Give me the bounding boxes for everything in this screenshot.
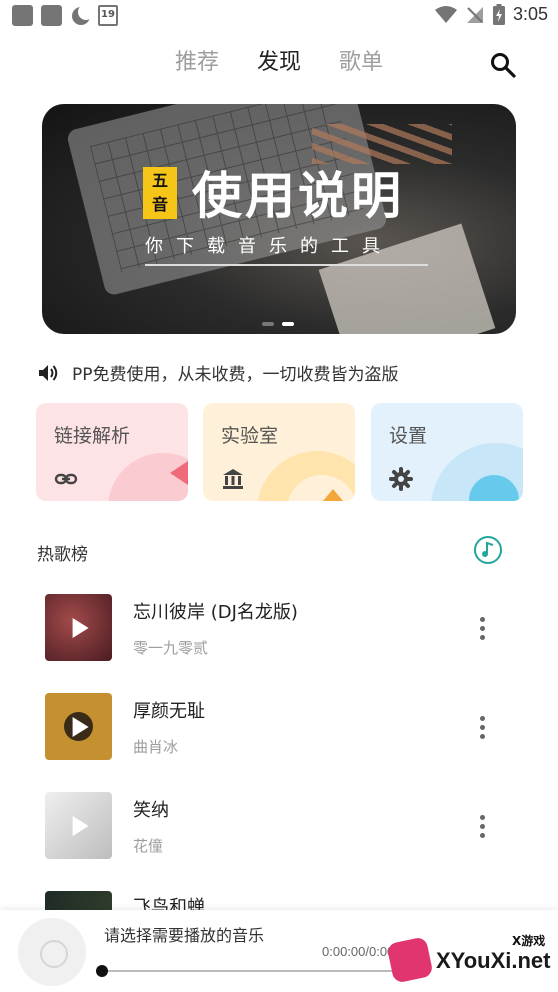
battery-icon: [492, 4, 505, 25]
banner-subtitle: 你下载音乐的工具: [145, 236, 393, 257]
card-title: 设置: [389, 425, 428, 447]
play-icon: [72, 617, 89, 638]
notice-text: PP免费使用，从未收费，一切收费皆为盗版: [72, 365, 399, 385]
banner-badge-line: 五: [151, 171, 168, 190]
banner-divider: [145, 264, 428, 266]
watermark-top-text: X游戏: [512, 934, 546, 948]
song-cover[interactable]: [45, 594, 112, 661]
top-tabs: 推荐 发现 歌单: [0, 44, 558, 80]
song-title: 飞鸟和蝉: [133, 897, 205, 911]
banner-badge: 五 音: [143, 167, 177, 219]
card-link-parse[interactable]: 链接解析: [36, 403, 188, 501]
player-time: 0:00:00/0:00: [322, 944, 395, 959]
tab-discover[interactable]: 发现: [257, 44, 301, 76]
song-row[interactable]: 忘川彼岸 (DJ名龙版) 零一九零贰: [0, 588, 558, 678]
player-placeholder: 请选择需要播放的音乐: [104, 926, 265, 945]
bank-icon: [223, 469, 243, 489]
song-row[interactable]: 笑纳 花僮: [0, 786, 558, 876]
banner-badge-line: 音: [151, 195, 168, 214]
card-decoration: [170, 461, 188, 485]
watermark: X游戏 XYouXi.net: [386, 934, 558, 992]
progress-track[interactable]: [102, 970, 402, 972]
speaker-icon: [39, 364, 58, 381]
card-settings[interactable]: 设置: [371, 403, 523, 501]
carousel-dot[interactable]: [262, 322, 274, 326]
notification-icon: [12, 5, 33, 26]
music-note-icon-glyph: [482, 541, 494, 557]
carousel-indicator: [262, 322, 294, 326]
gear-icon: [389, 467, 413, 491]
carousel-dot-active[interactable]: [282, 322, 294, 326]
music-note-icon[interactable]: [474, 536, 502, 564]
song-title: 笑纳: [133, 800, 169, 821]
card-lab[interactable]: 实验室: [203, 403, 355, 501]
song-cover[interactable]: [45, 693, 112, 760]
moon-icon: [70, 3, 94, 26]
card-title: 链接解析: [54, 425, 131, 447]
song-row[interactable]: 飞鸟和蝉: [0, 885, 558, 911]
song-title: 忘川彼岸 (DJ名龙版): [133, 602, 298, 623]
more-options-icon[interactable]: [480, 815, 486, 839]
song-artist: 零一九零贰: [133, 639, 209, 657]
card-title: 实验室: [221, 425, 279, 447]
tab-recommend[interactable]: 推荐: [175, 44, 219, 76]
watermark-logo: [386, 936, 434, 984]
status-bar: 19 3:05: [0, 0, 558, 32]
banner-carousel[interactable]: 五 音 使用说明 你下载音乐的工具: [42, 104, 516, 334]
more-options-icon[interactable]: [480, 716, 486, 740]
signal-icon: [466, 6, 483, 23]
song-artist: 曲肖冰: [133, 738, 179, 756]
search-icon[interactable]: [490, 52, 516, 78]
play-icon: [72, 716, 89, 737]
song-artist: 花僮: [133, 837, 164, 855]
disc-icon[interactable]: [18, 918, 86, 986]
section-title: 热歌榜: [37, 545, 88, 565]
notice-bar: PP免费使用，从未收费，一切收费皆为盗版: [38, 360, 399, 385]
song-cover[interactable]: [45, 891, 112, 911]
progress-knob[interactable]: [96, 965, 108, 977]
card-decoration: [323, 489, 343, 501]
song-row[interactable]: 厚颜无耻 曲肖冰: [0, 687, 558, 777]
wifi-icon: [434, 5, 457, 23]
banner-title: 使用说明: [192, 167, 404, 225]
clock: 3:05: [512, 4, 548, 24]
play-icon: [72, 815, 89, 836]
watermark-text: XYouXi.net: [436, 948, 551, 973]
notification-icon: [41, 5, 62, 26]
more-options-icon[interactable]: [480, 617, 486, 641]
calendar-icon: 19: [98, 5, 118, 26]
song-title: 厚颜无耻: [133, 701, 205, 722]
song-cover[interactable]: [45, 792, 112, 859]
link-icon: [54, 473, 78, 485]
tab-playlist[interactable]: 歌单: [339, 44, 383, 76]
